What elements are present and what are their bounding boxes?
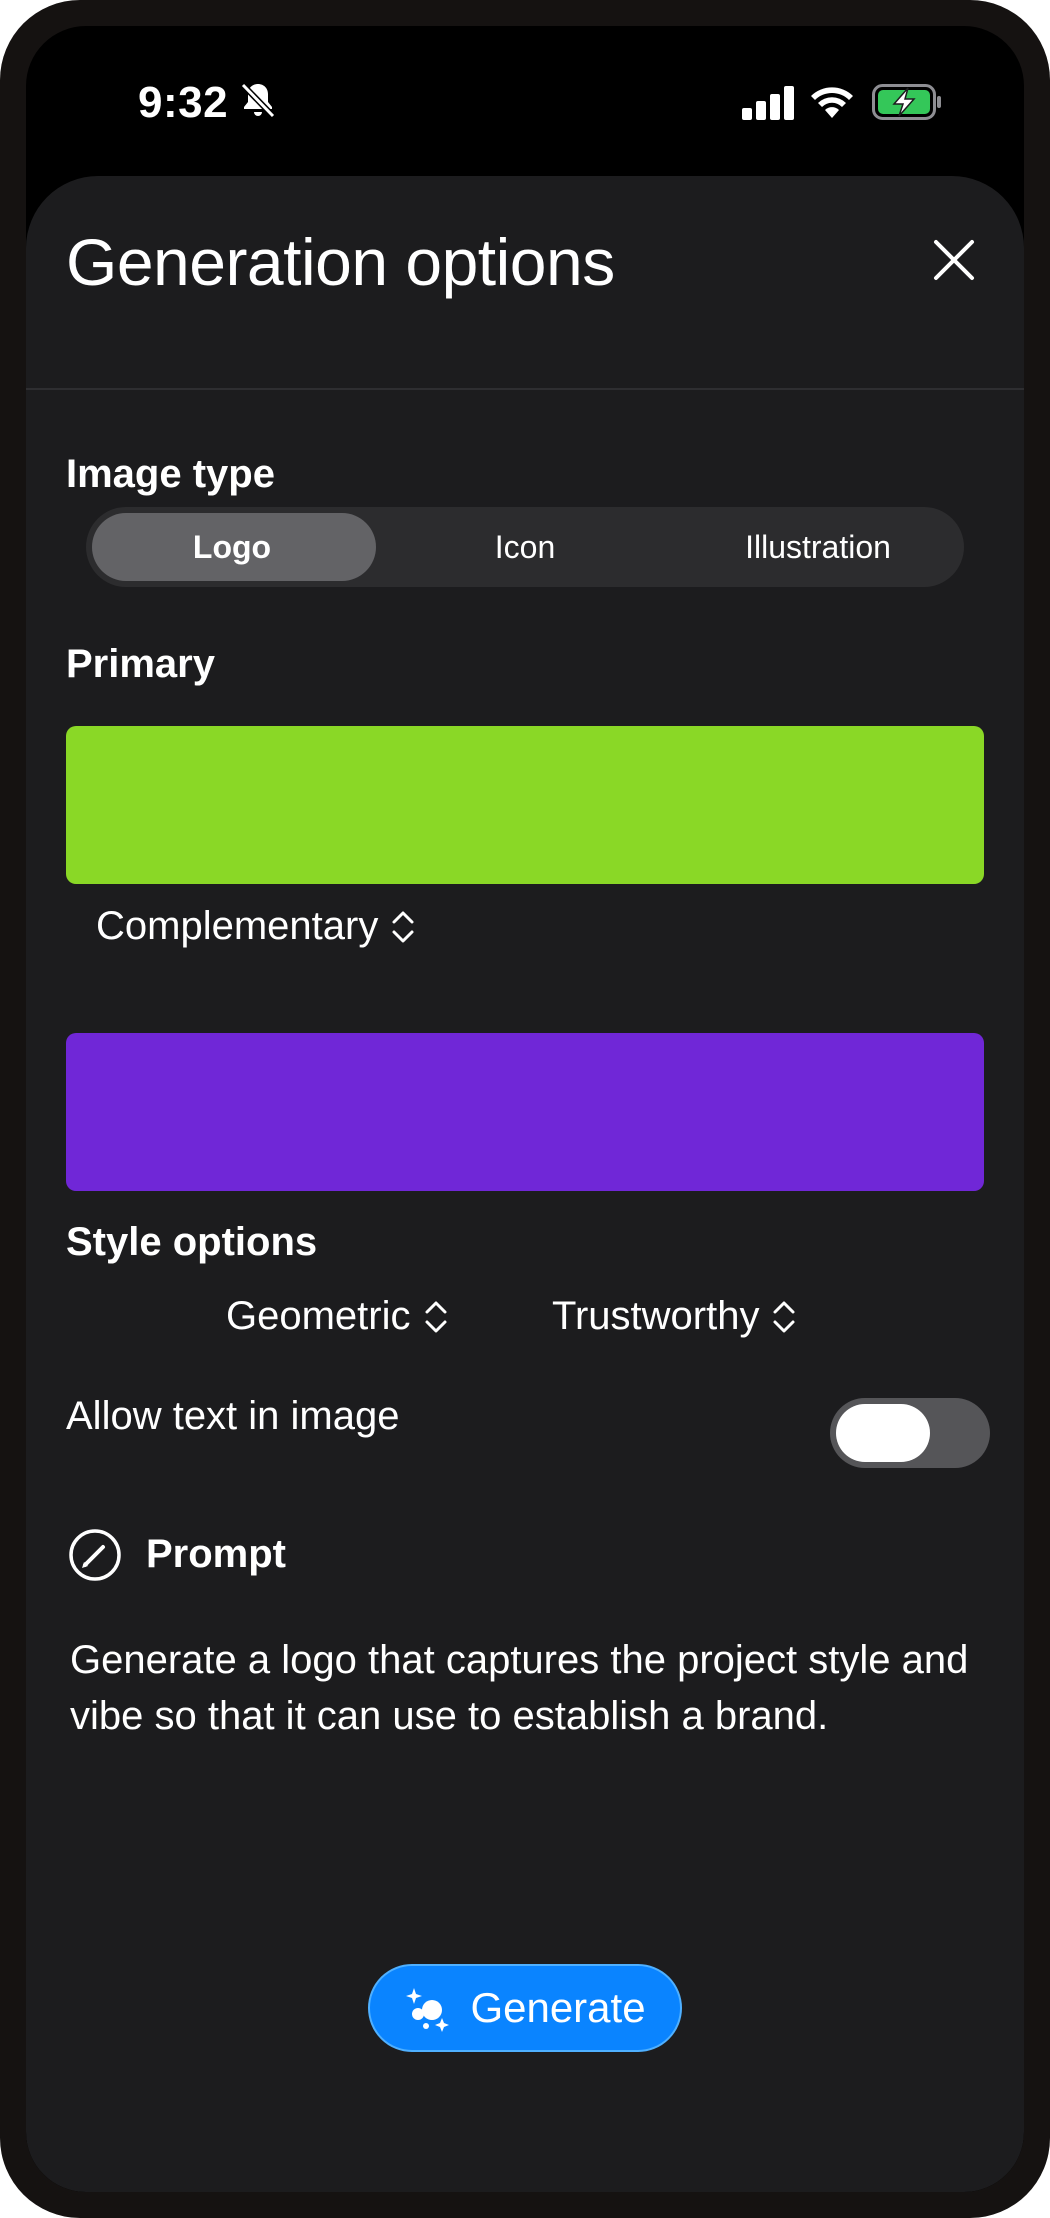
image-type-label: Image type xyxy=(66,452,275,496)
close-icon[interactable] xyxy=(926,232,982,288)
sparkles-icon xyxy=(406,1988,450,2032)
chevron-up-down-icon xyxy=(773,1301,795,1332)
chevron-up-down-icon xyxy=(425,1301,446,1332)
chevron-up-down-icon xyxy=(392,911,414,942)
prompt-text[interactable]: Generate a logo that captures the projec… xyxy=(70,1632,990,1744)
screen: 9:32 Generation options Image type Logo … xyxy=(26,26,1024,2192)
segment-illustration[interactable]: Illustration xyxy=(672,507,964,587)
color-scheme-picker[interactable]: Complementary xyxy=(96,904,416,949)
cellular-signal-icon xyxy=(742,86,794,120)
toggle-knob xyxy=(836,1404,930,1462)
shape-style-value: Geometric xyxy=(226,1294,411,1338)
primary-label: Primary xyxy=(66,642,215,686)
color-scheme-value: Complementary xyxy=(96,904,379,948)
device-frame: 9:32 Generation options Image type Logo … xyxy=(0,0,1050,2218)
pencil-circle-icon xyxy=(69,1529,121,1581)
status-time: 9:32 xyxy=(138,78,229,127)
secondary-color-swatch[interactable] xyxy=(66,1033,984,1191)
generation-options-sheet: Generation options Image type Logo Icon … xyxy=(26,176,1024,2192)
generate-button[interactable]: Generate xyxy=(368,1964,682,2052)
allow-text-label: Allow text in image xyxy=(66,1394,400,1438)
wifi-icon xyxy=(811,87,853,118)
segment-icon[interactable]: Icon xyxy=(379,507,671,587)
sheet-title: Generation options xyxy=(66,225,615,299)
image-type-segmented-control: Logo Icon Illustration xyxy=(86,507,964,587)
mood-style-picker[interactable]: Trustworthy xyxy=(552,1294,797,1339)
style-options-label: Style options xyxy=(66,1220,318,1264)
prompt-label: Prompt xyxy=(146,1532,286,1576)
bell-slash-icon xyxy=(240,82,276,119)
allow-text-toggle[interactable] xyxy=(830,1398,990,1468)
mood-style-value: Trustworthy xyxy=(552,1294,760,1338)
generate-label: Generate xyxy=(470,1984,646,2031)
segment-logo[interactable]: Logo xyxy=(86,507,378,587)
battery-charging-icon xyxy=(872,84,941,120)
primary-color-swatch[interactable] xyxy=(66,726,984,884)
header-divider xyxy=(26,388,1024,390)
shape-style-picker[interactable]: Geometric xyxy=(226,1294,449,1339)
